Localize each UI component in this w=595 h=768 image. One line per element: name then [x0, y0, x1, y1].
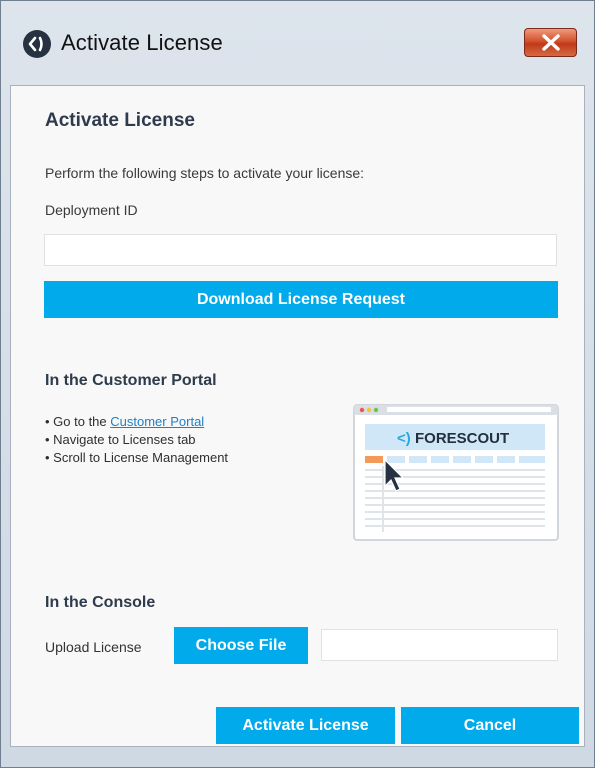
customer-portal-heading: In the Customer Portal	[45, 372, 217, 389]
close-button[interactable]	[524, 28, 577, 57]
portal-steps-list: • Go to the Customer Portal • Navigate t…	[45, 413, 228, 467]
intro-text: Perform the following steps to activate …	[45, 165, 365, 181]
file-name-field[interactable]	[321, 629, 558, 661]
activate-license-button[interactable]: Activate License	[216, 707, 395, 744]
title-bar[interactable]: Activate License	[1, 1, 594, 85]
deployment-id-input[interactable]	[44, 234, 557, 266]
list-item: • Navigate to Licenses tab	[45, 432, 196, 447]
illustration-brand: FORESCOUT	[415, 430, 509, 447]
list-item: • Go to the Customer Portal	[45, 413, 228, 431]
dialog-content: Activate License Perform the following s…	[10, 85, 585, 747]
deployment-id-label: Deployment ID	[45, 202, 138, 218]
cancel-button[interactable]: Cancel	[401, 707, 579, 744]
customer-portal-link[interactable]: Customer Portal	[110, 414, 204, 429]
console-heading: In the Console	[45, 594, 156, 611]
upload-license-label: Upload License	[45, 639, 142, 655]
step-prefix: • Go to the	[45, 414, 111, 429]
forescout-app-icon	[23, 30, 51, 58]
download-license-request-button[interactable]: Download License Request	[44, 281, 558, 318]
dialog-heading: Activate License	[45, 110, 195, 131]
choose-file-button[interactable]: Choose File	[174, 627, 308, 664]
illustration-logo-mark: <)	[397, 430, 411, 447]
activate-license-window: Activate License Activate License Perfor…	[0, 0, 595, 768]
list-item: • Scroll to License Management	[45, 450, 229, 465]
customer-portal-illustration: <) FORESCOUT	[353, 404, 559, 541]
window-title: Activate License	[61, 30, 223, 55]
close-icon	[542, 34, 560, 51]
